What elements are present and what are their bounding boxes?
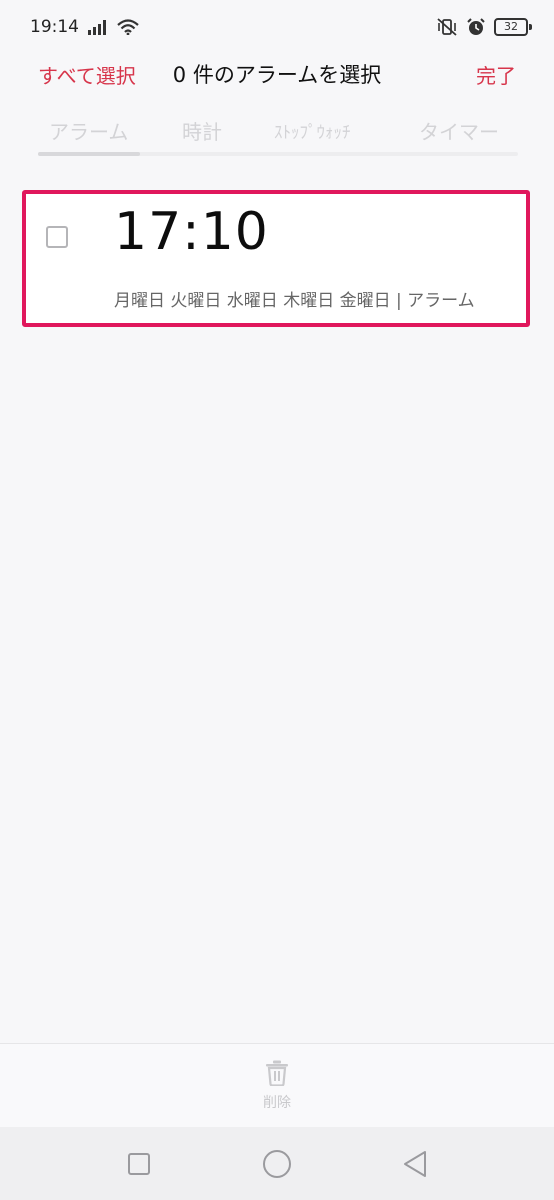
battery-icon: 32 bbox=[494, 18, 532, 36]
home-icon[interactable] bbox=[262, 1149, 292, 1179]
alarm-list-item[interactable]: 17:10 月曜日 火曜日 水曜日 木曜日 金曜日 | アラーム bbox=[22, 190, 530, 327]
vibrate-off-icon bbox=[437, 18, 457, 36]
status-bar: 19:14 32 bbox=[0, 0, 554, 54]
alarm-icon bbox=[467, 18, 485, 35]
alarm-time: 17:10 bbox=[114, 202, 269, 262]
tab-indicator bbox=[38, 152, 140, 156]
signal-icon bbox=[88, 20, 106, 35]
tab-bar: アラーム 時計 ｽﾄｯﾌﾟｳｫｯﾁ タイマー bbox=[38, 108, 518, 156]
selection-header: すべて選択 0 件のアラームを選択 完了 bbox=[0, 54, 554, 98]
status-left: 19:14 bbox=[30, 17, 139, 37]
recents-icon[interactable] bbox=[127, 1152, 151, 1176]
alarm-checkbox[interactable] bbox=[46, 226, 68, 248]
tab-clock[interactable]: 時計 bbox=[182, 116, 222, 145]
delete-label: 削除 bbox=[263, 1095, 291, 1111]
back-icon[interactable] bbox=[402, 1150, 428, 1178]
system-navigation-bar bbox=[0, 1127, 554, 1200]
alarm-repeat-days: 月曜日 火曜日 水曜日 木曜日 金曜日 | アラーム bbox=[114, 291, 475, 311]
status-right: 32 bbox=[436, 17, 532, 37]
tab-timer[interactable]: タイマー bbox=[419, 116, 499, 145]
done-button[interactable]: 完了 bbox=[476, 60, 516, 89]
wifi-icon bbox=[117, 19, 139, 35]
tab-alarm[interactable]: アラーム bbox=[49, 116, 128, 145]
delete-button[interactable]: 削除 bbox=[247, 1060, 307, 1112]
trash-icon bbox=[266, 1060, 288, 1086]
tab-stopwatch[interactable]: ｽﾄｯﾌﾟｳｫｯﾁ bbox=[274, 118, 351, 143]
battery-tip bbox=[529, 24, 532, 30]
battery-level: 32 bbox=[494, 18, 528, 36]
bottom-action-bar: 削除 bbox=[0, 1043, 554, 1128]
page-title: 0 件のアラームを選択 bbox=[172, 63, 382, 87]
status-time: 19:14 bbox=[30, 17, 79, 37]
